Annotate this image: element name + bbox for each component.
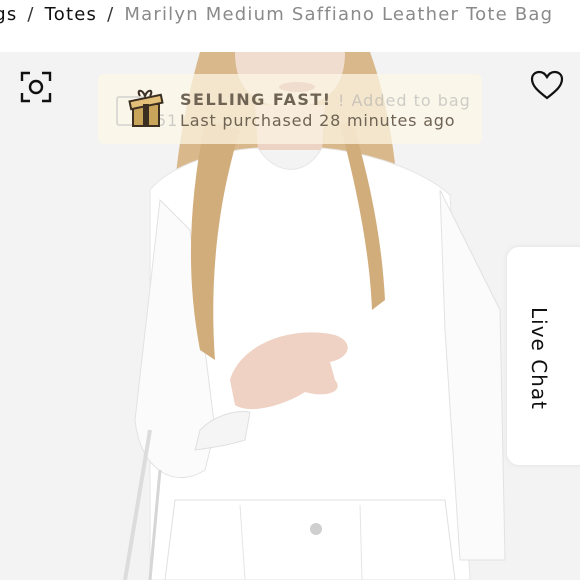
- toast-title: SELLING FAST!: [180, 90, 332, 109]
- breadcrumb-separator: /: [107, 4, 115, 25]
- toast-subtitle: Last purchased 28 minutes ago: [180, 111, 456, 130]
- breadcrumb-separator: /: [27, 4, 35, 25]
- camera-scan-icon[interactable]: [18, 69, 54, 105]
- gift-icon: [128, 89, 164, 127]
- breadcrumb: ıgs / Totes / Marilyn Medium Saffiano Leathe…: [0, 0, 580, 52]
- live-chat-tab[interactable]: Live Chat: [507, 247, 580, 465]
- breadcrumb-item-totes[interactable]: Totes: [45, 4, 97, 25]
- heart-icon[interactable]: [529, 67, 565, 103]
- live-chat-label: Live Chat: [527, 307, 551, 410]
- breadcrumb-item-bags[interactable]: ıgs: [0, 4, 17, 25]
- breadcrumb-current-page: Marilyn Medium Saffiano Leather Tote Bag: [124, 4, 554, 25]
- selling-fast-toast: ! Added to bag 51 SELLING FAST! Last pur…: [98, 74, 482, 144]
- faded-added-to-bag-text: ! Added to bag: [338, 91, 471, 110]
